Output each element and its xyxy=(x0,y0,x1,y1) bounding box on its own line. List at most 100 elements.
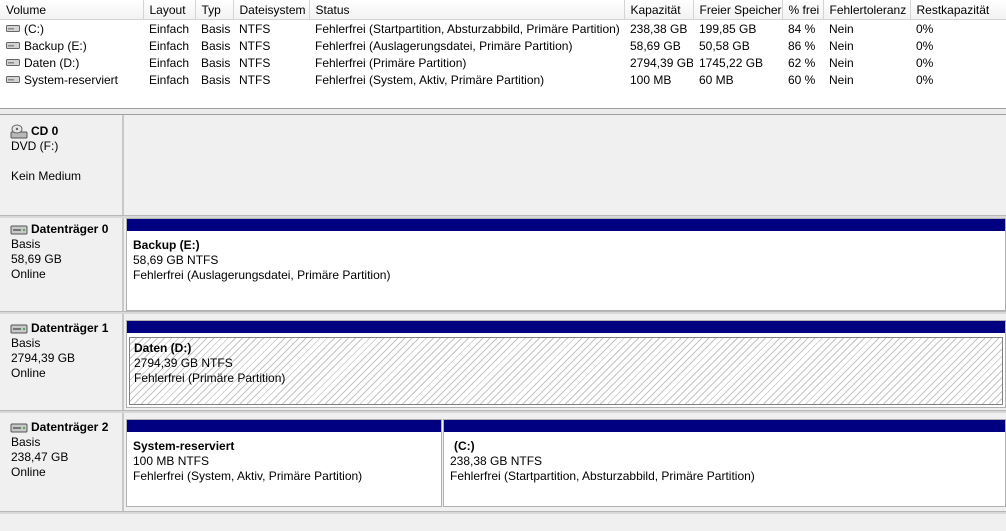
disk-size: 2794,39 GB xyxy=(11,351,76,365)
disk-label-2[interactable]: Datenträger 2 Basis 238,47 GB Online xyxy=(0,413,124,511)
cell-kapazitaet: 2794,39 GB xyxy=(630,55,693,70)
cell-kapazitaet: 100 MB xyxy=(630,72,672,87)
column-header-freier-speicher[interactable]: Freier Speicher xyxy=(693,0,783,20)
cell-layout: Einfach xyxy=(149,38,190,53)
column-header-typ[interactable]: Typ xyxy=(195,0,234,20)
table-row[interactable]: (C:) Einfach Basis NTFS Fehlerfrei (Startpar… xyxy=(0,20,1006,38)
cd-drive-letter: DVD (F:) xyxy=(11,139,59,153)
disk-label-1[interactable]: Datenträger 1 Basis 2794,39 GB Online xyxy=(0,314,124,410)
volume-name-text: Daten (D:) xyxy=(24,55,80,70)
partition-daten-d[interactable]: Daten (D:) 2794,39 GB NTFS Fehlerfrei (P… xyxy=(126,320,1006,408)
volume-table: Volume Layout Typ Dateisystem Status Kap… xyxy=(0,0,1006,88)
column-header-prozent-frei[interactable]: % frei xyxy=(782,0,824,20)
partition-area: System-reserviert 100 MB NTFS Fehlerfrei… xyxy=(126,419,1006,507)
table-row[interactable]: System-reserviert Einfach Basis NTFS Fehlerf… xyxy=(0,71,1006,88)
disk-type: Basis xyxy=(11,237,41,251)
disk-type: Basis xyxy=(11,435,41,449)
disk-label-0[interactable]: Datenträger 0 Basis 58,69 GB Online xyxy=(0,218,124,311)
volume-name: System-reserviert xyxy=(6,73,143,87)
disk-size: 238,47 GB xyxy=(11,450,69,464)
volume-name-text: Backup (E:) xyxy=(24,38,87,53)
pane-splitter[interactable] xyxy=(0,108,1006,115)
partition-size: 2794,39 GB NTFS xyxy=(134,356,233,370)
disk-state: Online xyxy=(11,465,46,479)
cell-volume: Daten (D:) xyxy=(0,54,143,71)
partition-name: System-reserviert xyxy=(133,439,235,453)
volume-name: Daten (D:) xyxy=(6,56,143,70)
cell-prozent-frei: 62 % xyxy=(788,55,816,70)
volume-name-text: (C:) xyxy=(24,21,44,36)
cell-typ: Basis xyxy=(201,21,231,36)
cell-dateisystem: NTFS xyxy=(239,55,271,70)
cell-restkapazitaet: 0% xyxy=(916,38,934,53)
cell-restkapazitaet: 0% xyxy=(916,55,934,70)
drive-icon xyxy=(6,76,20,83)
row-separator xyxy=(0,511,1006,514)
disk-title: Datenträger 2 xyxy=(10,420,122,435)
table-row[interactable]: Backup (E:) Einfach Basis NTFS Fehlerfrei (A… xyxy=(0,37,1006,54)
partition-status: Fehlerfrei (System, Aktiv, Primäre Parti… xyxy=(133,469,363,483)
column-header-status[interactable]: Status xyxy=(309,0,625,20)
cell-layout: Einfach xyxy=(149,21,190,36)
cd-media-status: Kein Medium xyxy=(11,169,82,183)
partition-body: Backup (E:) 58,69 GB NTFS Fehlerfrei (Au… xyxy=(129,235,1003,308)
partition-area: Daten (D:) 2794,39 GB NTFS Fehlerfrei (P… xyxy=(126,320,1006,408)
disk-row-0[interactable]: Datenträger 0 Basis 58,69 GB Online Back… xyxy=(0,218,1006,311)
cell-dateisystem: NTFS xyxy=(239,38,271,53)
cell-status: Fehlerfrei (Primäre Partition) xyxy=(315,55,467,70)
cell-typ: Basis xyxy=(201,38,231,53)
disk-title: CD 0 xyxy=(10,123,122,139)
partition-body-selected: Daten (D:) 2794,39 GB NTFS Fehlerfrei (P… xyxy=(129,337,1003,405)
cell-freier-speicher: 50,58 GB xyxy=(699,38,750,53)
partition-area: Backup (E:) 58,69 GB NTFS Fehlerfrei (Au… xyxy=(126,218,1006,311)
partition-status: Fehlerfrei (Startpartition, Absturzabbil… xyxy=(450,469,755,483)
partition-c[interactable]: (C:) 238,38 GB NTFS Fehlerfrei (Startpar… xyxy=(443,419,1006,507)
cell-layout: Einfach xyxy=(149,72,190,87)
hard-disk-icon xyxy=(10,423,28,432)
disk-row-cd0[interactable]: CD 0 DVD (F:) Kein Medium xyxy=(0,115,1006,215)
disk-state: Online xyxy=(11,366,46,380)
cell-dateisystem: NTFS xyxy=(239,21,271,36)
column-header-volume[interactable]: Volume xyxy=(0,0,144,20)
cell-volume: System-reserviert xyxy=(0,71,143,88)
partition-size: 238,38 GB NTFS xyxy=(450,454,543,468)
volume-name-text: System-reserviert xyxy=(24,72,119,87)
cell-status: Fehlerfrei (Auslagerungsdatei, Primäre P… xyxy=(315,38,573,53)
disk-row-2[interactable]: Datenträger 2 Basis 238,47 GB Online Sys… xyxy=(0,413,1006,511)
disk-title: Datenträger 0 xyxy=(10,222,122,237)
partition-name: (C:) xyxy=(454,439,475,453)
partition-backup-e[interactable]: Backup (E:) 58,69 GB NTFS Fehlerfrei (Au… xyxy=(126,218,1006,311)
cell-fehlertoleranz: Nein xyxy=(829,21,854,36)
disk-title-text: Datenträger 1 xyxy=(31,321,109,335)
cell-prozent-frei: 60 % xyxy=(788,72,816,87)
cell-typ: Basis xyxy=(201,72,231,87)
column-header-layout[interactable]: Layout xyxy=(143,0,196,20)
drive-icon xyxy=(6,42,20,49)
cell-restkapazitaet: 0% xyxy=(916,21,934,36)
column-header-kapazitaet[interactable]: Kapazität xyxy=(624,0,694,20)
cell-fehlertoleranz: Nein xyxy=(829,55,854,70)
disk-graphical-view: CD 0 DVD (F:) Kein Medium Datenträger 0 … xyxy=(0,115,1006,531)
partition-name: Backup (E:) xyxy=(133,238,200,252)
disk-title-text: Datenträger 2 xyxy=(31,420,109,434)
column-header-fehlertoleranz[interactable]: Fehlertoleranz xyxy=(823,0,911,20)
cell-volume: Backup (E:) xyxy=(0,37,143,54)
cell-kapazitaet: 238,38 GB xyxy=(630,21,688,36)
volume-name: Backup (E:) xyxy=(6,39,143,53)
cell-typ: Basis xyxy=(201,55,231,70)
cell-freier-speicher: 1745,22 GB xyxy=(699,55,764,70)
disk-label-cd0[interactable]: CD 0 DVD (F:) Kein Medium xyxy=(0,115,124,215)
volume-list: Volume Layout Typ Dateisystem Status Kap… xyxy=(0,0,1006,108)
cell-kapazitaet: 58,69 GB xyxy=(630,38,681,53)
volume-name: (C:) xyxy=(6,22,143,36)
cell-layout: Einfach xyxy=(149,55,190,70)
table-row[interactable]: Daten (D:) Einfach Basis NTFS Fehlerfrei (Pr… xyxy=(0,54,1006,71)
disk-row-1[interactable]: Datenträger 1 Basis 2794,39 GB Online Da… xyxy=(0,314,1006,410)
partition-status: Fehlerfrei (Primäre Partition) xyxy=(134,371,286,385)
cell-freier-speicher: 199,85 GB xyxy=(699,21,757,36)
column-header-dateisystem[interactable]: Dateisystem xyxy=(233,0,310,20)
column-header-restkapazitaet[interactable]: Restkapazität xyxy=(910,0,1006,20)
cell-fehlertoleranz: Nein xyxy=(829,72,854,87)
cell-restkapazitaet: 0% xyxy=(916,72,934,87)
partition-system-reserviert[interactable]: System-reserviert 100 MB NTFS Fehlerfrei… xyxy=(126,419,442,507)
